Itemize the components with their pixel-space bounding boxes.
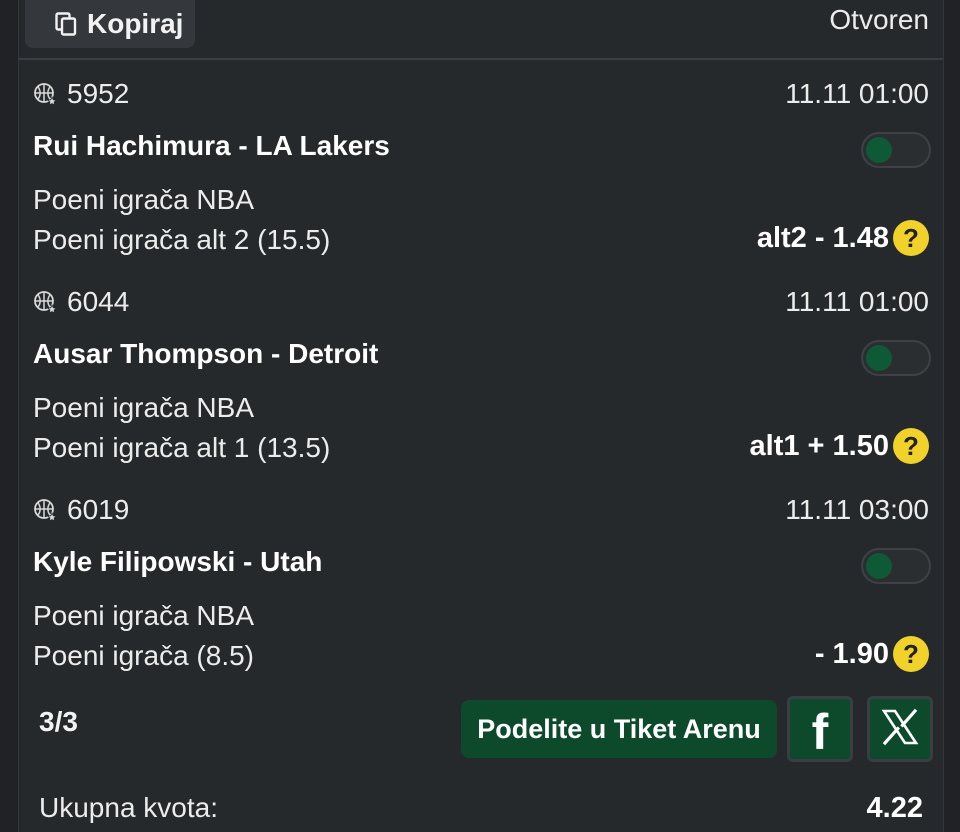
total-odds-label: Ukupna kvota: [39, 792, 218, 823]
match-item: 5952 11.11 01:00 Rui Hachimura - LA Lake… [19, 64, 943, 272]
copy-button[interactable]: Kopiraj [25, 0, 195, 48]
match-toggle[interactable] [861, 132, 931, 168]
match-header: 6019 [33, 492, 129, 528]
match-item: 6044 11.11 01:00 Ausar Thompson - Detroi… [19, 272, 943, 480]
toggle-knob [866, 345, 892, 371]
facebook-icon: f [811, 704, 829, 760]
x-logo-icon [880, 707, 920, 752]
match-odds: alt2 - 1.48 ? [757, 220, 929, 256]
match-market: Poeni igrača NBA [33, 600, 255, 631]
match-toggle[interactable] [861, 548, 931, 584]
selection-count: 3/3 [39, 706, 78, 737]
match-market: Poeni igrača NBA [33, 392, 255, 423]
share-ticket-arena-button[interactable]: Podelite u Tiket Arenu [461, 700, 777, 758]
ticket-card: Kopiraj Otvoren 5952 11.11 01:00 Rui Hac… [18, 0, 944, 832]
match-time: 11.11 01:00 [785, 78, 929, 109]
match-time: 11.11 01:00 [785, 286, 929, 317]
copy-label: Kopiraj [87, 8, 184, 39]
x-share-button[interactable] [867, 696, 933, 762]
match-bet: Poeni igrača alt 1 (13.5) [33, 432, 331, 463]
odds-value: alt2 - 1.48 [756, 221, 889, 254]
copy-icon [55, 12, 77, 36]
match-item: 6019 11.11 03:00 Kyle Filipowski - Utah … [19, 480, 943, 688]
question-icon[interactable]: ? [893, 220, 929, 256]
total-odds-value: 4.22 [866, 792, 923, 824]
basketball-icon [33, 82, 58, 106]
match-player: Kyle Filipowski - Utah [33, 546, 323, 577]
match-odds: - 1.90 ? [815, 636, 929, 672]
ticket-status: Otvoren [829, 4, 929, 35]
match-player: Rui Hachimura - LA Lakers [33, 130, 390, 161]
toggle-knob [866, 553, 892, 579]
match-bet: Poeni igrača alt 2 (15.5) [33, 224, 331, 255]
question-icon[interactable]: ? [893, 636, 929, 672]
basketball-icon [33, 290, 58, 314]
match-header: 5952 [33, 76, 129, 112]
match-odds: alt1 + 1.50 ? [750, 428, 929, 464]
match-market: Poeni igrača NBA [33, 184, 255, 215]
basketball-icon [33, 498, 58, 522]
match-player: Ausar Thompson - Detroit [33, 338, 379, 369]
match-code: 5952 [67, 78, 130, 109]
match-bet: Poeni igrača (8.5) [33, 640, 255, 671]
odds-value: - 1.90 [814, 637, 889, 670]
ticket-header: Kopiraj Otvoren [19, 0, 943, 60]
odds-value: alt1 + 1.50 [749, 429, 889, 462]
match-code: 6044 [67, 286, 130, 317]
match-code: 6019 [67, 494, 130, 525]
match-toggle[interactable] [861, 340, 931, 376]
toggle-knob [866, 137, 892, 163]
question-icon[interactable]: ? [893, 428, 929, 464]
facebook-share-button[interactable]: f [787, 696, 853, 762]
match-header: 6044 [33, 284, 129, 320]
match-time: 11.11 03:00 [785, 494, 929, 525]
